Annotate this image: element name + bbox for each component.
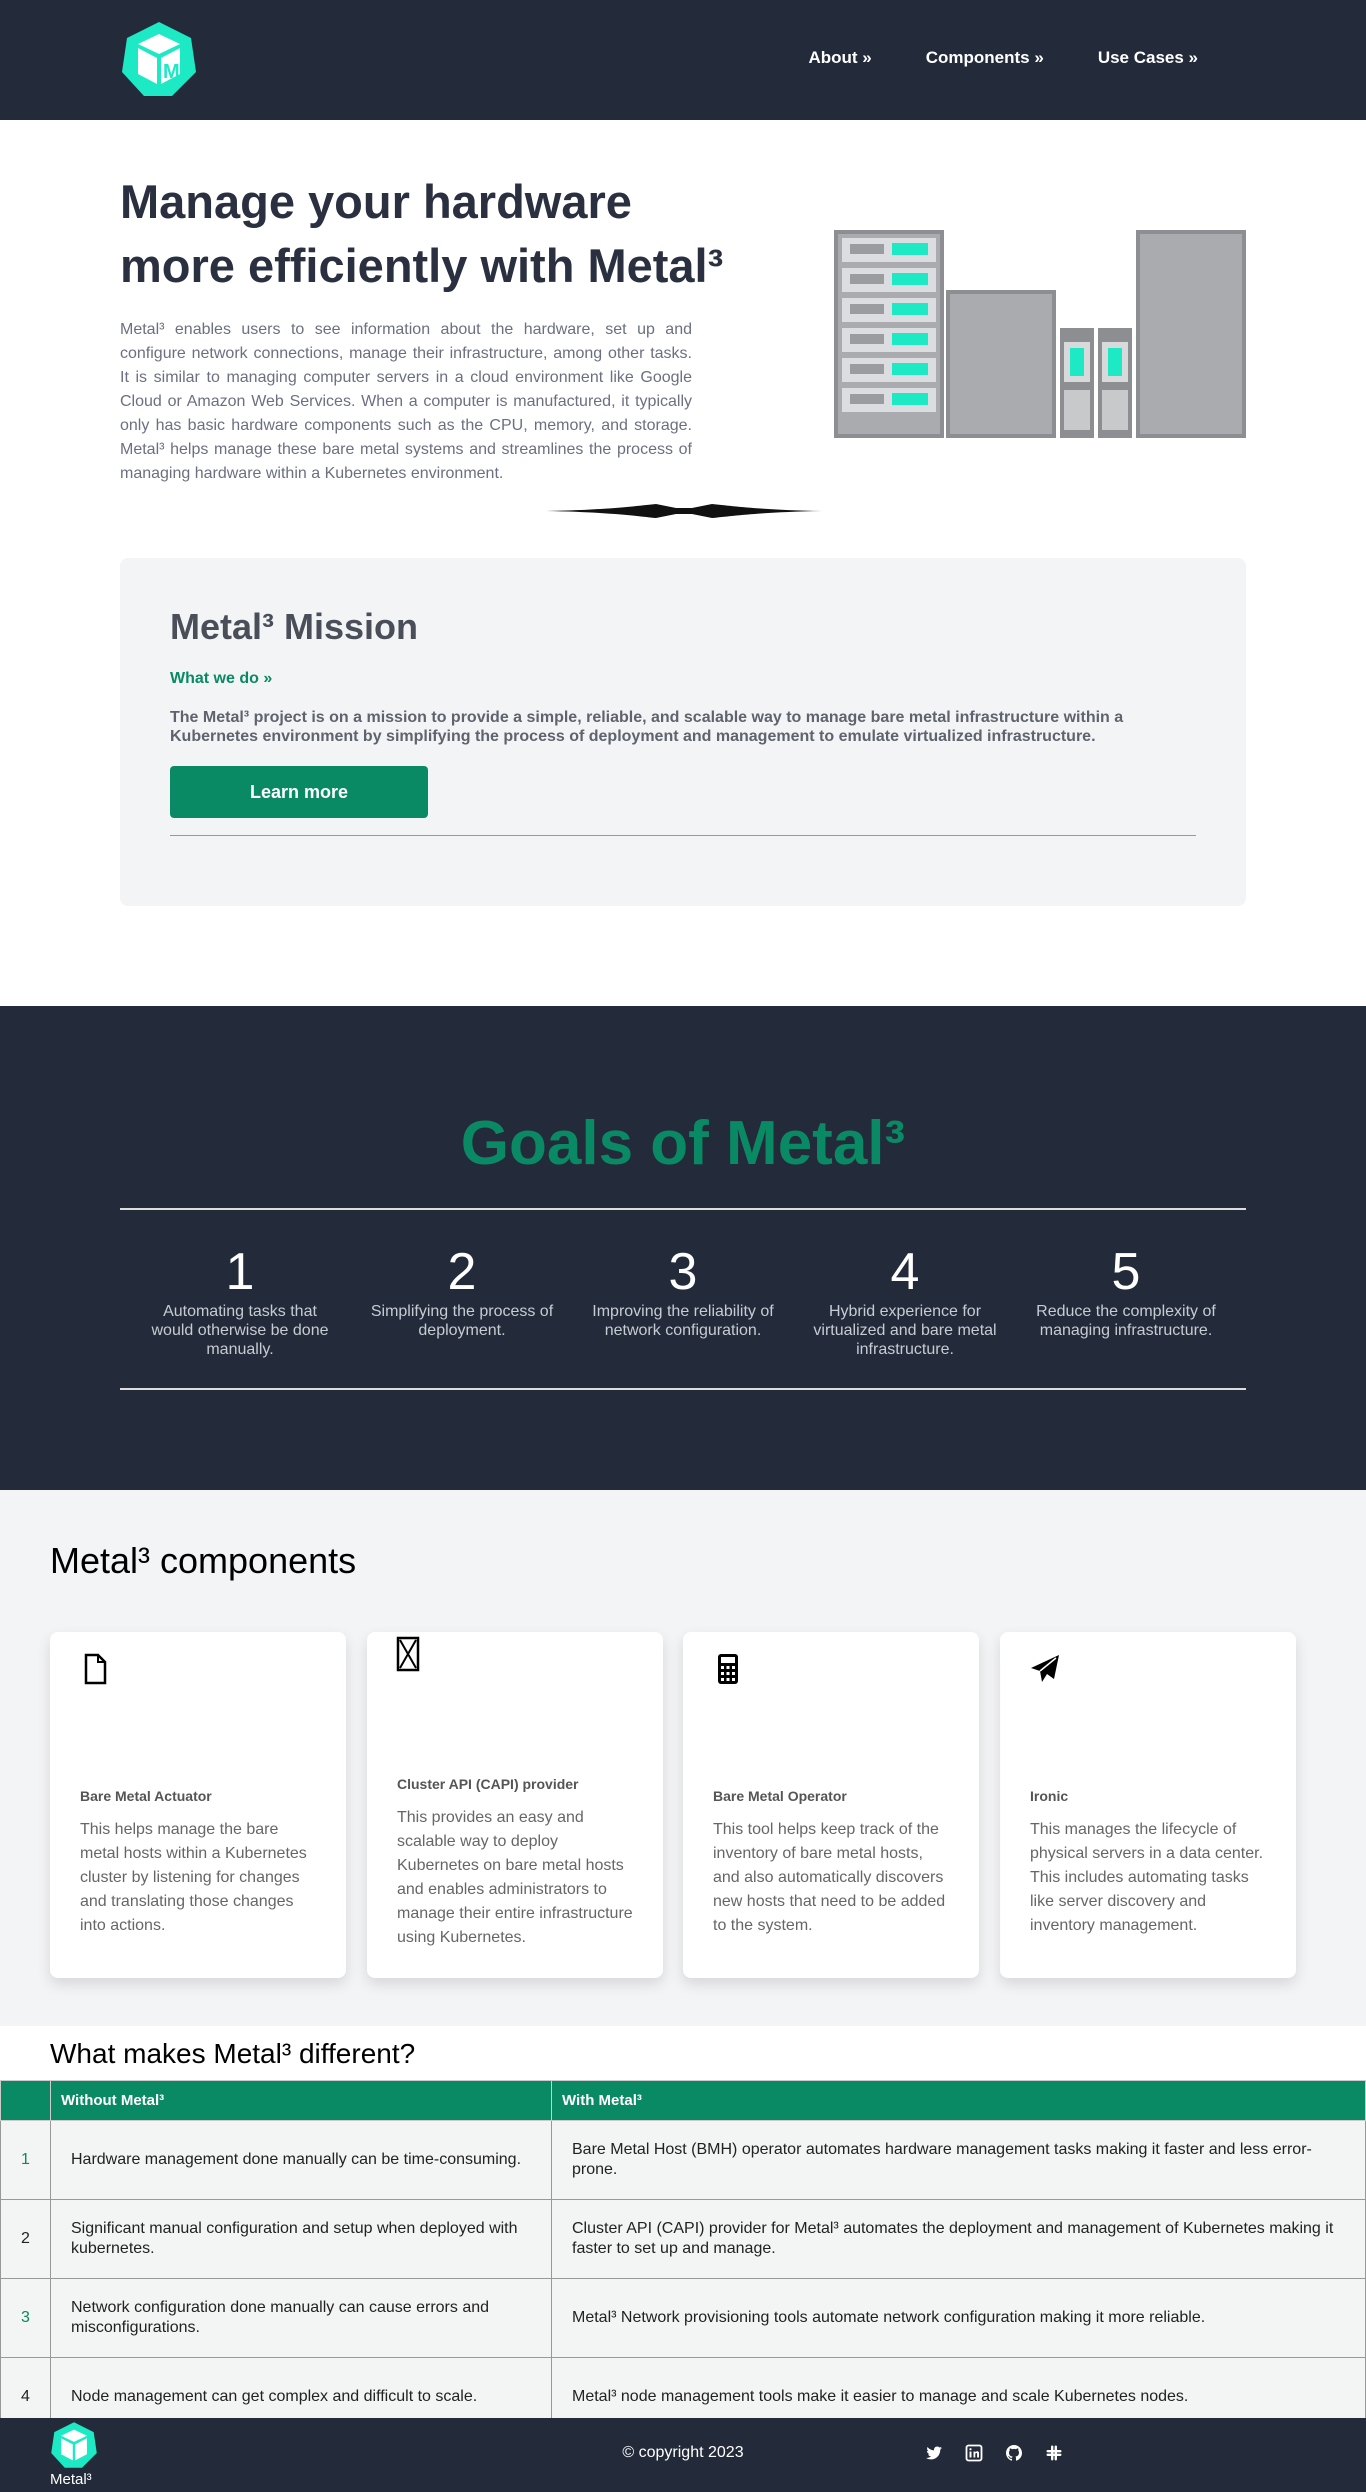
goal-item: 5 Reduce the complexity of managing infr… — [1026, 1242, 1226, 1340]
component-description: This manages the lifecycle of physical s… — [1030, 1821, 1264, 1934]
components-title: Metal³ components — [50, 1540, 357, 1581]
comparison-table: Without Metal³ With Metal³ 1 Hardware ma… — [0, 2080, 1366, 2437]
github-icon[interactable] — [1005, 2444, 1023, 2462]
what-we-do-link[interactable]: What we do » — [170, 670, 272, 688]
hero-description: Metal³ enables users to see information … — [120, 321, 692, 482]
calculator-icon — [718, 1654, 738, 1684]
server-unit — [842, 388, 936, 412]
goal-text: Simplifying the process of deployment. — [370, 1303, 554, 1339]
footer-brand-name: Metal³ — [50, 2471, 92, 2488]
nav-use-cases[interactable]: Use Cases » — [1098, 48, 1198, 68]
server-unit — [842, 298, 936, 322]
comparison-title: What makes Metal³ different? — [50, 2038, 416, 2069]
component-title: Cluster API (CAPI) provider — [397, 1776, 579, 1792]
component-title: Ironic — [1030, 1788, 1069, 1804]
mission-divider — [170, 835, 1196, 836]
component-description: This tool helps keep track of the invent… — [713, 1821, 946, 1934]
decorative-divider — [546, 504, 822, 518]
component-card: Cluster API (CAPI) provider This provide… — [367, 1632, 663, 1978]
server-unit — [842, 268, 936, 292]
component-description: This provides an easy and scalable way t… — [397, 1809, 633, 1946]
column-header — [0, 2080, 51, 2121]
paper-plane-icon — [1031, 1655, 1059, 1682]
goal-item: 4 Hybrid experience for virtualized and … — [805, 1242, 1005, 1359]
slack-icon[interactable] — [1045, 2444, 1063, 2462]
row-index: 3 — [0, 2278, 51, 2358]
social-links — [925, 2444, 1063, 2462]
metal3-logo[interactable]: M — [120, 20, 198, 98]
main-nav: About » Components » Use Cases » — [808, 48, 1198, 68]
goal-number: 1 — [225, 1243, 255, 1301]
without-cell: Hardware management done manually can be… — [50, 2120, 552, 2200]
linkedin-icon[interactable] — [965, 2444, 983, 2462]
copyright: © copyright 2023 — [622, 2444, 744, 2461]
goals-title: Goals of Metal³ — [460, 1109, 906, 1178]
component-card: Bare Metal Actuator This helps manage th… — [50, 1632, 346, 1978]
nav-about[interactable]: About » — [808, 48, 871, 68]
server-unit — [842, 238, 936, 262]
mission-description: The Metal³ project is on a mission to pr… — [170, 709, 1124, 745]
hourglass-icon — [396, 1636, 420, 1672]
component-title: Bare Metal Actuator — [80, 1788, 212, 1804]
with-cell: Cluster API (CAPI) provider for Metal³ a… — [551, 2199, 1366, 2279]
goals-section: Goals of Metal³ 1 Automating tasks that … — [0, 1006, 1366, 1490]
column-header: With Metal³ — [551, 2080, 1366, 2121]
goal-item: 1 Automating tasks that would otherwise … — [140, 1242, 340, 1359]
twitter-icon[interactable] — [925, 2444, 943, 2462]
hero-title: Manage your hardware more efficiently wi… — [120, 175, 724, 292]
goal-number: 3 — [668, 1243, 698, 1301]
table-row: 1 Hardware management done manually can … — [0, 2120, 1366, 2200]
goal-text: Hybrid experience for virtualized and ba… — [813, 1303, 997, 1358]
row-index: 1 — [0, 2120, 51, 2200]
goal-number: 4 — [890, 1243, 920, 1301]
server-racks-illustration — [834, 230, 1246, 438]
site-header: M About » Components » Use Cases » — [0, 0, 1366, 120]
with-cell: Bare Metal Host (BMH) operator automates… — [551, 2120, 1366, 2200]
row-index: 2 — [0, 2199, 51, 2279]
component-card: Bare Metal Operator This tool helps keep… — [683, 1632, 979, 1978]
server-unit — [842, 328, 936, 352]
column-header: Without Metal³ — [50, 2080, 552, 2121]
server-unit — [842, 358, 936, 382]
learn-more-button[interactable]: Learn more — [170, 766, 428, 818]
with-cell: Metal³ Network provisioning tools automa… — [551, 2278, 1366, 2358]
goal-text: Improving the reliability of network con… — [592, 1303, 774, 1339]
table-row: 2 Significant manual configuration and s… — [0, 2199, 1366, 2279]
site-footer: Metal³ © copyright 2023 — [0, 2418, 1366, 2492]
file-icon — [84, 1653, 107, 1685]
component-description: This helps manage the bare metal hosts w… — [80, 1821, 307, 1934]
table-row: 3 Network configuration done manually ca… — [0, 2278, 1366, 2358]
goal-number: 2 — [447, 1243, 477, 1301]
table-header-row: Without Metal³ With Metal³ — [0, 2080, 1366, 2121]
component-card: Ironic This manages the lifecycle of phy… — [1000, 1632, 1296, 1978]
goal-item: 3 Improving the reliability of network c… — [583, 1242, 783, 1340]
without-cell: Network configuration done manually can … — [50, 2278, 552, 2358]
goal-text: Reduce the complexity of managing infras… — [1036, 1303, 1216, 1339]
svg-text:M: M — [163, 61, 180, 83]
component-title: Bare Metal Operator — [713, 1788, 847, 1804]
goals-bottom-rule — [120, 1388, 1246, 1390]
mission-section: Metal³ Mission What we do » The Metal³ p… — [120, 558, 1246, 906]
goal-text: Automating tasks that would otherwise be… — [151, 1303, 329, 1358]
components-section: Metal³ components Bare Metal Actuator Th… — [0, 1490, 1366, 2026]
mission-title: Metal³ Mission — [170, 606, 419, 647]
goal-number: 5 — [1111, 1243, 1141, 1301]
without-cell: Significant manual configuration and set… — [50, 2199, 552, 2279]
nav-components[interactable]: Components » — [926, 48, 1044, 68]
goal-item: 2 Simplifying the process of deployment. — [362, 1242, 562, 1340]
goals-top-rule — [120, 1208, 1246, 1210]
